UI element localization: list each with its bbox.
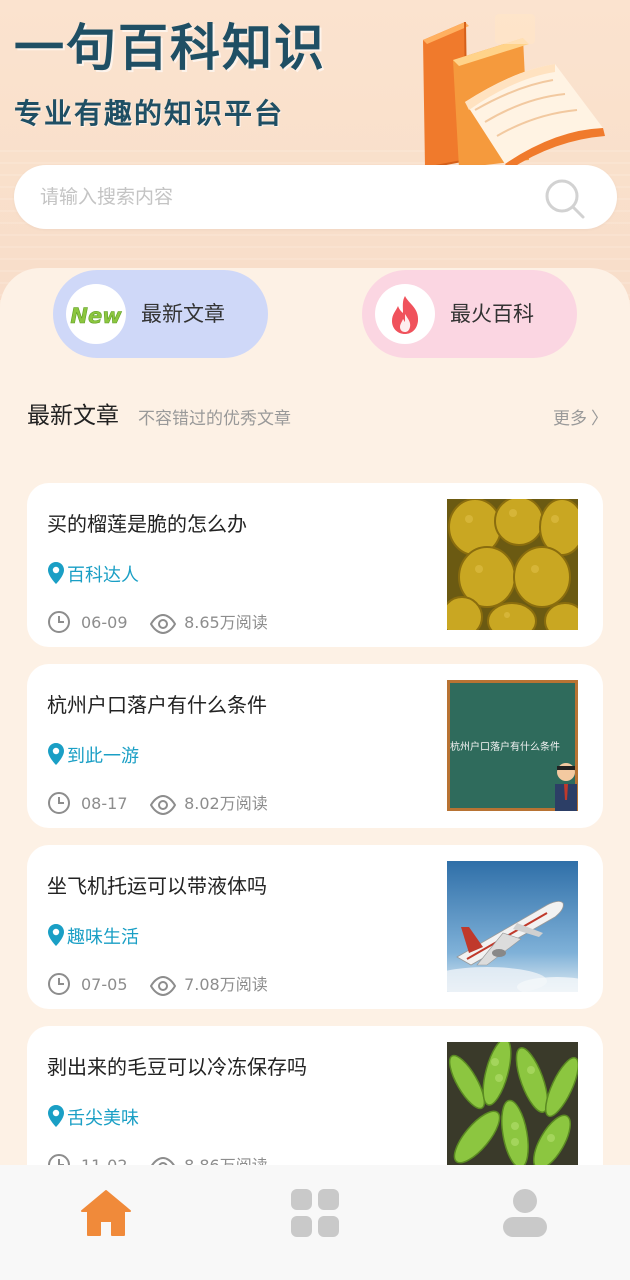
flame-icon <box>375 284 435 344</box>
bottom-tab-bar <box>0 1165 630 1280</box>
eye-icon <box>149 794 177 816</box>
article-title: 买的榴莲是脆的怎么办 <box>47 512 247 536</box>
app-subtitle: 专业有趣的知识平台 <box>14 97 285 130</box>
chalkboard-thumbnail: 杭州户口落户有什么条件 <box>447 680 578 811</box>
books-illustration <box>423 14 605 170</box>
home-icon[interactable] <box>80 1187 132 1239</box>
article-meta: 08-17 8.02万阅读 <box>47 790 268 818</box>
section-subtitle: 不容错过的优秀文章 <box>138 409 291 429</box>
article-title: 杭州户口落户有什么条件 <box>47 693 267 717</box>
chalkboard-text: 杭州户口落户有什么条件 <box>450 740 560 753</box>
user-icon[interactable] <box>499 1187 551 1239</box>
clock-icon <box>48 973 70 995</box>
eye-icon <box>149 613 177 635</box>
section-title: 最新文章 <box>27 403 119 429</box>
clock-icon <box>48 792 70 814</box>
location-pin-icon <box>48 1105 64 1127</box>
durian-thumbnail <box>447 499 578 630</box>
app-title: 一句百科知识 <box>14 19 326 77</box>
article-category: 百科达人 <box>47 561 139 589</box>
article-category-label: 舌尖美味 <box>67 1108 139 1129</box>
article-meta: 06-09 8.65万阅读 <box>47 609 268 637</box>
article-category-label: 趣味生活 <box>67 927 139 948</box>
grid-icon[interactable] <box>289 1187 341 1239</box>
article-meta: 07-05 7.08万阅读 <box>47 971 268 999</box>
content-panel: New 最新文章 最火百科 最新文章 不容错过的优秀文章 更多〉 买的榴莲是脆的… <box>0 268 630 1188</box>
eye-icon <box>149 975 177 997</box>
airplane-thumbnail <box>447 861 578 992</box>
article-category-label: 到此一游 <box>67 746 139 767</box>
article-category: 到此一游 <box>47 742 139 770</box>
location-pin-icon <box>48 924 64 946</box>
hot-wiki-label: 最火百科 <box>450 302 534 326</box>
more-link[interactable]: 更多〉 <box>553 407 608 431</box>
header-banner: 一句百科知识 专业有趣的知识平台 <box>0 0 630 300</box>
article-title: 剥出来的毛豆可以冷冻保存吗 <box>47 1055 307 1079</box>
new-badge-text: New <box>70 304 122 328</box>
hot-wiki-button[interactable]: 最火百科 <box>362 270 577 358</box>
article-category-label: 百科达人 <box>67 565 139 586</box>
article-category: 舌尖美味 <box>47 1104 139 1132</box>
latest-articles-label: 最新文章 <box>141 302 225 326</box>
article-views: 7.08万阅读 <box>184 975 268 994</box>
search-icon[interactable] <box>543 177 587 221</box>
location-pin-icon <box>48 743 64 765</box>
new-badge-icon: New <box>66 284 126 344</box>
location-pin-icon <box>48 562 64 584</box>
article-date: 07-05 <box>81 975 128 994</box>
article-title: 坐飞机托运可以带液体吗 <box>47 874 267 898</box>
article-card[interactable]: 买的榴莲是脆的怎么办 百科达人 06-09 8.65万阅读 <box>27 483 603 647</box>
chevron-right-icon: 〉 <box>591 409 608 429</box>
article-category: 趣味生活 <box>47 923 139 951</box>
article-card[interactable]: 坐飞机托运可以带液体吗 趣味生活 07-05 7.08万阅读 <box>27 845 603 1009</box>
article-views: 8.65万阅读 <box>184 613 268 632</box>
article-date: 08-17 <box>81 794 128 813</box>
more-label: 更多 <box>553 409 587 429</box>
search-bar[interactable] <box>14 165 617 229</box>
article-date: 06-09 <box>81 613 128 632</box>
edamame-thumbnail <box>447 1042 578 1173</box>
article-card[interactable]: 杭州户口落户有什么条件 到此一游 08-17 8.02万阅读 杭州户口落户有什么… <box>27 664 603 828</box>
search-input[interactable] <box>40 165 520 229</box>
article-views: 8.02万阅读 <box>184 794 268 813</box>
latest-articles-button[interactable]: New 最新文章 <box>53 270 268 358</box>
article-card[interactable]: 剥出来的毛豆可以冷冻保存吗 舌尖美味 11-02 8.86万阅读 <box>27 1026 603 1188</box>
clock-icon <box>48 611 70 633</box>
